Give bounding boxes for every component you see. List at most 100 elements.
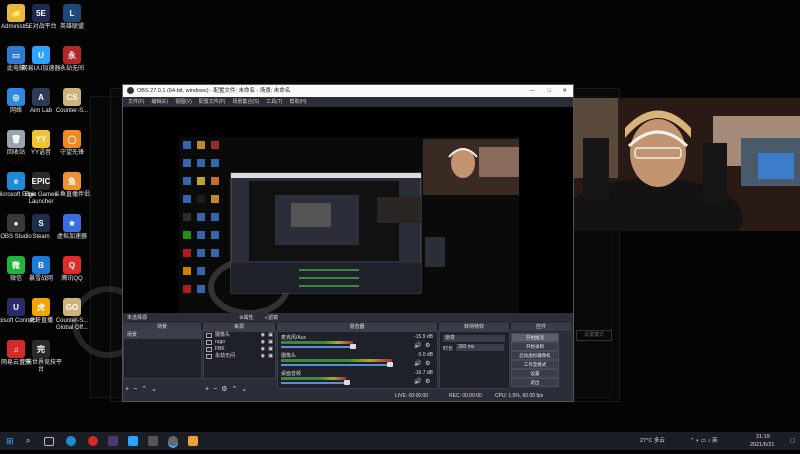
menu-item[interactable]: 工具(T) — [266, 99, 282, 105]
desktop-icon-label: 斗鱼直播伴侣 — [53, 192, 90, 198]
visibility-eye-icon[interactable]: ◉ — [261, 332, 265, 339]
source-label: FBK — [215, 346, 225, 352]
source-item[interactable]: rugo ◉ ▣ — [204, 339, 275, 346]
app-icon: 虎 — [32, 298, 50, 316]
volume-meter — [281, 341, 353, 344]
mixer-settings-gear-icon[interactable]: ⚙ — [425, 378, 430, 385]
filters-button[interactable]: ◐滤镜 — [265, 313, 278, 323]
source-item[interactable]: 摄像头 ◉ ▣ — [204, 332, 275, 339]
desktop-icon[interactable]: ◯ 守望先锋 — [50, 130, 94, 157]
menu-item[interactable]: 配置文件(P) — [199, 99, 226, 105]
volume-slider-handle[interactable] — [387, 362, 393, 367]
app-icon: YY — [32, 130, 50, 148]
app-icon: 5E — [32, 4, 50, 22]
app-icon: U — [32, 46, 50, 64]
desktop-icon[interactable]: CS Counter-S... — [50, 88, 94, 115]
desktop-icon[interactable]: L 英雄联盟 — [50, 4, 94, 31]
close-button[interactable]: ✕ — [562, 85, 567, 97]
menu-item[interactable]: 视图(V) — [175, 99, 192, 105]
menu-item[interactable]: 文件(F) — [128, 99, 144, 105]
source-item[interactable]: FBK ◉ ▣ — [204, 346, 275, 353]
speaker-icon[interactable]: 🔊 — [414, 342, 421, 349]
app-icon: S — [32, 214, 50, 232]
desktop-icon[interactable]: 完完美世界竞技平台 — [19, 340, 63, 374]
clock-date[interactable]: 2021/6/21 — [750, 436, 774, 454]
app-icon: L — [63, 4, 81, 22]
properties-button[interactable]: ⚙属性 — [239, 313, 254, 323]
volume-slider[interactable] — [281, 364, 387, 366]
control-button[interactable]: 工作室模式 — [511, 360, 559, 369]
minimize-button[interactable]: — — [530, 85, 536, 97]
desktop-icon[interactable]: Q 腾讯QQ — [50, 256, 94, 283]
duration-label: 时长 — [443, 346, 454, 352]
control-button[interactable]: 设置 — [511, 369, 559, 378]
desktop-icon[interactable]: 鱼斗鱼直播伴侣 — [50, 172, 94, 199]
lock-icon[interactable]: ▣ — [268, 332, 273, 339]
menu-item[interactable]: 编辑(E) — [151, 99, 168, 105]
tray-icons[interactable]: ⌃ ◐ ▭ ♪ 英 — [690, 432, 718, 450]
app-icon: GO — [63, 298, 81, 316]
folder-icon[interactable] — [188, 436, 198, 446]
obs-title-bar[interactable]: OBS 27.0.1 (64-bit, windows) - 配置文件: 未命名… — [123, 85, 573, 97]
webcam-window[interactable] — [563, 98, 800, 231]
maximize-button[interactable]: □ — [548, 85, 551, 97]
control-button[interactable]: 开始推流 — [511, 333, 559, 342]
desktop-icon[interactable]: GO Counter-S... Global Off... — [50, 298, 94, 332]
duration-input[interactable]: 300 ms — [456, 344, 504, 351]
mixer-settings-gear-icon[interactable]: ⚙ — [425, 360, 430, 367]
visibility-eye-icon[interactable]: ◉ — [261, 346, 265, 353]
weather-widget[interactable]: 27°C 多云 — [640, 432, 665, 450]
lock-icon[interactable]: ▣ — [268, 339, 273, 346]
volume-slider-handle[interactable] — [344, 380, 350, 385]
app-icon: ◯ — [63, 130, 81, 148]
visibility-eye-icon[interactable]: ◉ — [261, 353, 265, 360]
sources-panel[interactable]: 摄像头 ◉ ▣ rugo ◉ ▣ FBK ◉ ▣ 永劫无间 ◉ ▣ — [203, 331, 276, 379]
volume-meter — [281, 359, 392, 362]
webcam-feed — [563, 98, 800, 231]
control-button[interactable]: 退出 — [511, 378, 559, 387]
transitions-header: 转场特效 — [439, 323, 509, 331]
game-app-icon[interactable] — [108, 436, 118, 446]
transition-select[interactable]: 渐变 — [443, 335, 505, 342]
notification-icon[interactable]: ▢ — [790, 432, 795, 450]
windows-start-icon[interactable]: ⊞ — [6, 436, 16, 446]
menu-item[interactable]: 场景集合(S) — [232, 99, 259, 105]
visibility-eye-icon[interactable]: ◉ — [261, 339, 265, 346]
uu-accelerator-icon[interactable] — [128, 436, 138, 446]
audio-mixer-panel[interactable]: 麦克风/Aux -15.9 dB 🔊 ⚙ 摄像头 0.0 dB 🔊 ⚙ 桌面音频 -16.7 dB… — [277, 331, 438, 389]
control-button[interactable]: 开始录制 — [511, 342, 559, 351]
desktop-icon[interactable]: 永永劫无间 — [50, 46, 94, 73]
app-icon: ★ — [63, 214, 81, 232]
speaker-icon[interactable]: 🔊 — [414, 378, 421, 385]
scenes-toolbar: + − ⌃ ⌄ — [123, 378, 201, 393]
task-view-icon[interactable] — [44, 437, 54, 446]
lock-icon[interactable]: ▣ — [268, 353, 273, 360]
speaker-icon[interactable]: 🔊 — [414, 360, 421, 367]
volume-slider[interactable] — [281, 382, 344, 384]
mixer-settings-gear-icon[interactable]: ⚙ — [425, 342, 430, 349]
scene-item[interactable]: 场景 — [124, 332, 201, 339]
desktop-icon[interactable]: ★ 虚拟加速器 — [50, 214, 94, 241]
edge-icon[interactable] — [66, 436, 76, 446]
mixer-db-value: -16.7 dB — [414, 370, 433, 376]
desktop-icon-label: 虚拟加速器 — [56, 234, 87, 240]
cpu-status: CPU: 1.5%, 60.00 fps — [495, 393, 544, 399]
menu-item[interactable]: 帮助(H) — [289, 99, 306, 105]
source-item[interactable]: 永劫无间 ◉ ▣ — [204, 353, 275, 360]
scenes-panel[interactable]: 场景 — [123, 331, 202, 379]
source-type-icon — [206, 333, 212, 338]
obs-main-window[interactable]: OBS 27.0.1 (64-bit, windows) - 配置文件: 未命名… — [122, 84, 574, 402]
app-icon: Q — [63, 256, 81, 274]
lock-icon[interactable]: ▣ — [268, 346, 273, 353]
control-button[interactable]: 启动虚拟摄像机 — [511, 351, 559, 360]
volume-slider-handle[interactable] — [350, 344, 356, 349]
obs-preview[interactable] — [123, 107, 573, 329]
mixer-channel-name: 摄像头 — [281, 353, 297, 359]
desktop-icon-label: Counter-S... Global Off... — [55, 318, 89, 331]
obs-taskbar-icon[interactable] — [168, 436, 178, 446]
netease-music-icon[interactable] — [88, 436, 98, 446]
transitions-panel[interactable]: 渐变 时长 300 ms — [439, 331, 510, 389]
search-icon[interactable]: ⌕ — [26, 436, 36, 446]
app-icon[interactable] — [148, 436, 158, 446]
volume-slider[interactable] — [281, 346, 350, 348]
